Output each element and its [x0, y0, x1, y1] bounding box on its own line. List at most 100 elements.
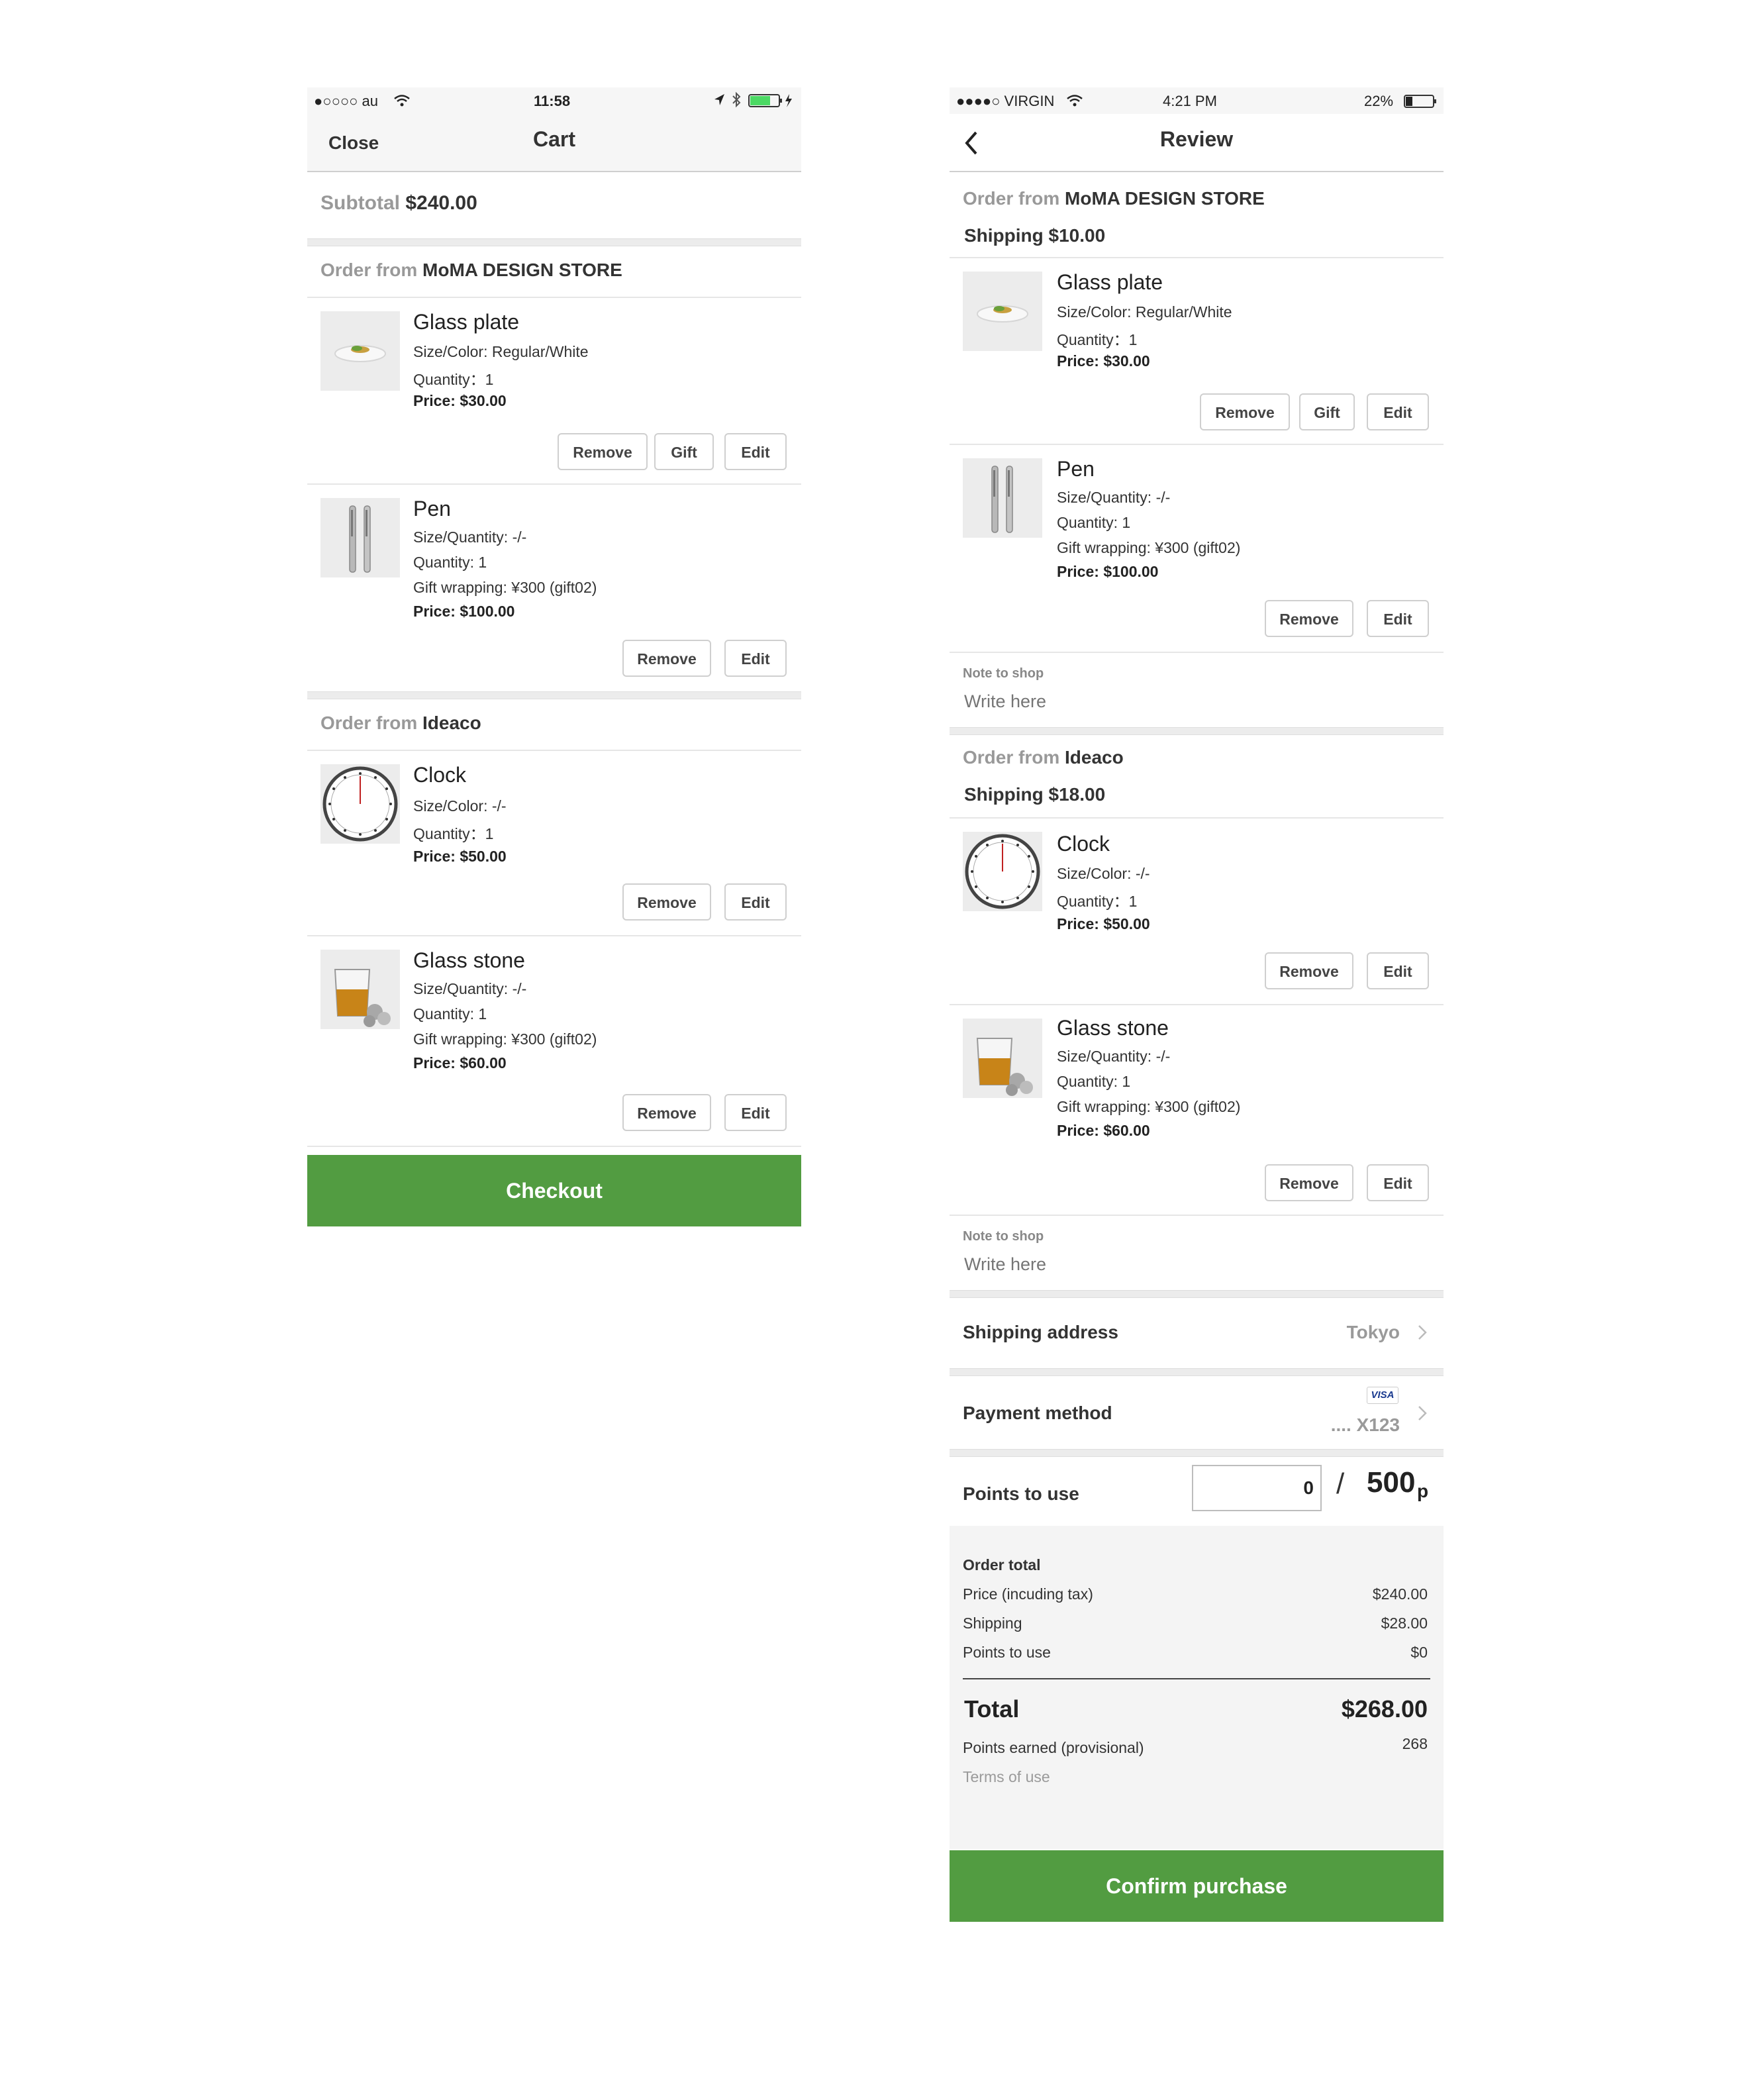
order-summary: Order total Price (incuding tax) $240.00… [950, 1526, 1444, 1849]
item-detail: Quantity：1 [413, 825, 494, 842]
item-detail: Size/Quantity: -/- [413, 980, 527, 997]
item-detail: Quantity：1 [413, 371, 494, 388]
note-to-shop-input[interactable] [963, 687, 1416, 715]
item-name: Clock [413, 763, 467, 787]
carrier-signal: ●●●●○ VIRGIN [956, 93, 1055, 109]
points-input[interactable] [1192, 1465, 1322, 1511]
edit-button[interactable]: Edit [724, 1094, 787, 1131]
remove-button[interactable]: Remove [1265, 1164, 1353, 1201]
clock-icon [322, 766, 398, 842]
checkout-button[interactable]: Checkout [307, 1155, 801, 1226]
battery-icon [1404, 95, 1436, 108]
review-screen: ●●●●○ VIRGIN 4:21 PM 22% Review Order fr… [950, 87, 1444, 1922]
product-image-pen[interactable] [320, 498, 400, 577]
section-divider [950, 1368, 1444, 1376]
gift-button[interactable]: Gift [654, 433, 714, 470]
remove-button[interactable]: Remove [1265, 952, 1353, 989]
section-divider [950, 727, 1444, 735]
product-image-clock[interactable] [320, 764, 400, 844]
remove-button[interactable]: Remove [1265, 600, 1353, 637]
clock-time: 11:58 [534, 93, 571, 109]
row-divider [307, 750, 801, 751]
store-header-ideaco: Order from Ideaco [320, 713, 481, 734]
item-detail: Quantity: 1 [413, 554, 487, 571]
edit-button[interactable]: Edit [1367, 1164, 1429, 1201]
battery-icon [748, 94, 792, 107]
section-divider [950, 1449, 1444, 1457]
confirm-purchase-button[interactable]: Confirm purchase [950, 1850, 1444, 1922]
navigation-bar: Review [950, 114, 1444, 172]
item-price: Price: $50.00 [413, 848, 507, 865]
product-image-pen[interactable] [963, 458, 1042, 538]
store-name: Ideaco [1065, 747, 1124, 768]
summary-line-value: $28.00 [1381, 1615, 1428, 1632]
shipping-address-row[interactable]: Shipping address Tokyo [950, 1298, 1444, 1368]
row-divider [307, 1146, 801, 1147]
chevron-right-icon [1418, 1406, 1427, 1420]
remove-button[interactable]: Remove [622, 1094, 711, 1131]
item-detail: Quantity：1 [1057, 331, 1138, 348]
edit-button[interactable]: Edit [1367, 952, 1429, 989]
item-price: Price: $60.00 [413, 1054, 507, 1071]
edit-button[interactable]: Edit [1367, 600, 1429, 637]
row-divider [307, 935, 801, 936]
terms-of-use-link[interactable]: Terms of use [963, 1768, 1050, 1786]
carrier-signal: ●○○○○ au [314, 93, 379, 109]
shipping-fee: Shipping $10.00 [964, 225, 1106, 246]
item-detail: Gift wrapping: ¥300 (gift02) [413, 1030, 597, 1048]
chevron-right-icon [1418, 1325, 1427, 1340]
whisky-glass-icon [334, 969, 391, 1027]
cart-screen: ●○○○○ au 11:58 Close Cart Subtotal $240.… [307, 87, 801, 1226]
item-detail: Quantity：1 [1057, 893, 1138, 910]
total-label: Total [964, 1695, 1020, 1722]
order-from-label: Order from [320, 713, 418, 733]
product-image-clock[interactable] [963, 832, 1042, 911]
item-detail: Gift wrapping: ¥300 (gift02) [413, 579, 597, 596]
edit-button[interactable]: Edit [1367, 393, 1429, 430]
summary-line-label: Shipping [963, 1615, 1022, 1632]
item-name: Glass stone [1057, 1016, 1169, 1040]
item-detail: Size/Quantity: -/- [413, 528, 527, 546]
store-name: Ideaco [422, 713, 481, 733]
product-image-glass-plate[interactable] [320, 311, 400, 391]
remove-button[interactable]: Remove [558, 433, 648, 470]
item-name: Clock [1057, 832, 1110, 856]
note-to-shop-input[interactable] [963, 1250, 1416, 1278]
product-image-glass-plate[interactable] [963, 272, 1042, 351]
store-name: MoMA DESIGN STORE [1065, 188, 1265, 209]
remove-button[interactable]: Remove [622, 640, 711, 677]
order-total-heading: Order total [963, 1556, 1041, 1573]
points-earned-value: 268 [1402, 1735, 1428, 1752]
bluetooth-icon [732, 91, 741, 108]
summary-line-label: Price (incuding tax) [963, 1585, 1093, 1603]
page-title: Cart [532, 127, 575, 151]
item-name: Glass plate [1057, 270, 1163, 294]
points-separator: / [1336, 1468, 1345, 1500]
product-image-glass-stone[interactable] [320, 950, 400, 1029]
edit-button[interactable]: Edit [724, 640, 787, 677]
item-detail: Size/Quantity: -/- [1057, 489, 1171, 506]
edit-button[interactable]: Edit [724, 433, 787, 470]
product-image-glass-stone[interactable] [963, 1019, 1042, 1098]
navigation-bar: Close Cart [307, 114, 801, 172]
remove-button[interactable]: Remove [622, 883, 711, 921]
edit-button[interactable]: Edit [724, 883, 787, 921]
battery-percent: 22% [1364, 93, 1394, 109]
row-divider [950, 444, 1444, 445]
payment-method-row[interactable]: Payment method VISA .... X123 [950, 1376, 1444, 1449]
order-from-label: Order from [320, 260, 418, 280]
remove-button[interactable]: Remove [1200, 393, 1290, 430]
item-detail: Size/Color: Regular/White [413, 343, 589, 360]
row-divider [307, 297, 801, 298]
section-divider [307, 238, 801, 246]
gift-button[interactable]: Gift [1299, 393, 1355, 430]
summary-line-value: $0 [1410, 1644, 1428, 1661]
item-detail: Size/Color: -/- [1057, 865, 1150, 882]
visa-card-icon: VISA [1367, 1387, 1398, 1404]
points-earned-label: Points earned (provisional) [963, 1739, 1144, 1756]
item-detail: Gift wrapping: ¥300 (gift02) [1057, 1098, 1241, 1115]
page-title: Review [1159, 127, 1234, 151]
status-bar: ●○○○○ au 11:58 [307, 87, 801, 114]
note-to-shop-label: Note to shop [963, 1229, 1044, 1244]
location-arrow-icon [714, 94, 724, 105]
